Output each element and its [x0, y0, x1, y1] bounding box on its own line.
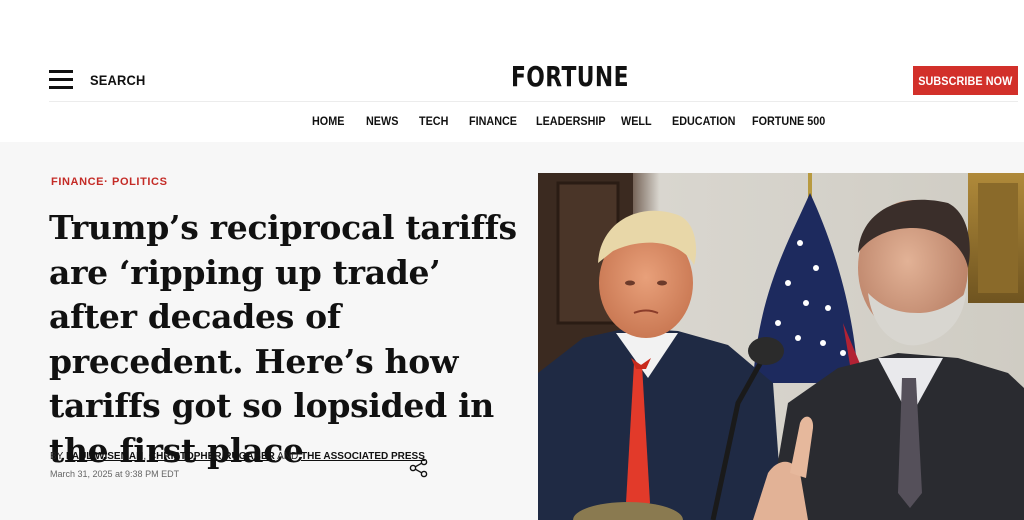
- hamburger-menu-icon[interactable]: [49, 70, 73, 90]
- nav-fortune-500[interactable]: FORTUNE 500: [752, 114, 825, 128]
- article-hero-image: [538, 173, 1024, 520]
- share-icon[interactable]: [409, 458, 429, 478]
- header-divider: [49, 101, 1018, 102]
- byline-and: AND: [274, 451, 301, 462]
- nav-news[interactable]: NEWS: [366, 114, 398, 128]
- nav-home[interactable]: HOME: [312, 114, 344, 128]
- nav-finance[interactable]: FINANCE: [469, 114, 517, 128]
- article-hero: FINANCE· POLITICS Trump’s reciprocal tar…: [0, 142, 1024, 520]
- kicker-separator: ·: [104, 176, 113, 188]
- search-link[interactable]: SEARCH: [90, 72, 146, 88]
- subscribe-button[interactable]: SUBSCRIBE NOW: [913, 66, 1018, 95]
- nav-leadership[interactable]: LEADERSHIP: [536, 114, 606, 128]
- kicker-finance-link[interactable]: FINANCE: [51, 176, 104, 188]
- subscribe-label: SUBSCRIBE NOW: [918, 73, 1013, 88]
- fortune-logo[interactable]: FORTUNE: [511, 60, 629, 93]
- nav-education[interactable]: EDUCATION: [672, 114, 735, 128]
- nav-well[interactable]: WELL: [621, 114, 652, 128]
- author-link[interactable]: PAUL WISEMAN: [66, 451, 143, 462]
- article-headline: Trump’s reciprocal tariffs are ‘ripping …: [49, 208, 517, 470]
- author-link[interactable]: CHRISTOPHER RUGABER: [149, 451, 275, 462]
- publish-date: March 31, 2025 at 9:38 PM EDT: [50, 469, 180, 479]
- kicker-politics-link[interactable]: POLITICS: [112, 176, 168, 188]
- nav-tech[interactable]: TECH: [419, 114, 448, 128]
- article-kicker: FINANCE· POLITICS: [51, 176, 168, 188]
- site-header: SEARCH FORTUNE SUBSCRIBE NOW HOME NEWS T…: [0, 0, 1024, 142]
- author-link[interactable]: THE ASSOCIATED PRESS: [301, 451, 425, 462]
- main-nav: HOME NEWS TECH FINANCE LEADERSHIP WELL E…: [0, 114, 1024, 132]
- article-byline: BY PAUL WISEMAN, CHRISTOPHER RUGABER AND…: [50, 451, 425, 462]
- byline-prefix: BY: [50, 451, 66, 462]
